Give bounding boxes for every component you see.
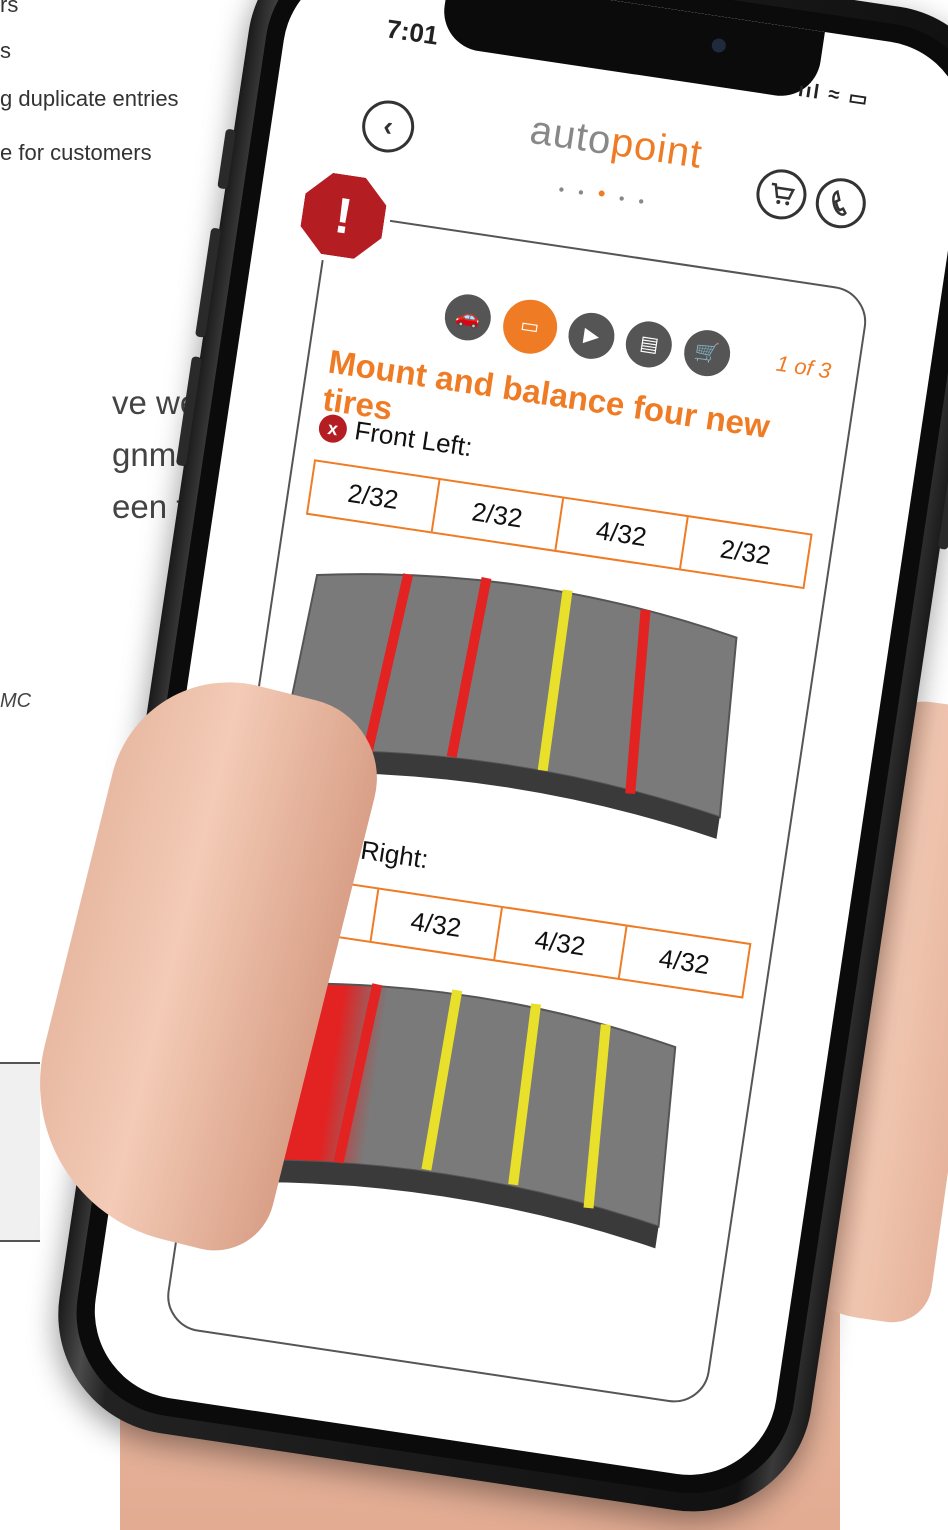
phone-icon [832,189,847,216]
page-dot: • [557,181,580,202]
article-text-line: g duplicate entries [0,86,179,111]
step-video[interactable]: ▶ [565,309,618,363]
car-icon: 🚗 [453,304,482,331]
document-icon: ▤ [638,332,661,357]
article-divider [0,1240,40,1242]
tread-reading: 4/32 [371,889,503,960]
step-car[interactable]: 🚗 [441,291,495,344]
tread-reading: 4/32 [657,942,712,981]
tread-reading: 2/32 [718,533,773,571]
tread-reading: 2/32 [432,480,565,551]
cart-icon: 🛒 [693,340,722,366]
ruler-icon: ▭ [518,314,541,339]
status-icons: ııl ≈ ▭ [796,78,871,112]
status-time: 7:01 [384,13,441,51]
article-italic-fragment: MC [0,690,32,712]
page-dot: • [636,193,659,214]
step-cart[interactable]: 🛒 [680,326,734,380]
step-document[interactable]: ▤ [623,318,676,371]
article-divider [0,1062,40,1064]
tread-reading: 4/32 [495,908,628,979]
fail-x-icon: x [316,412,349,445]
article-text-line: rs [0,0,19,17]
article-gray-box [0,1064,40,1240]
camera-icon [710,37,727,54]
logo-suffix: point [608,119,706,178]
cart-icon [771,182,796,206]
article-text-line: s [0,38,11,63]
tread-reading: 2/32 [308,461,440,532]
logo-prefix: auto [527,107,615,164]
article-text-line: e for customers [0,140,152,165]
tread-reading: 4/32 [556,498,689,569]
play-icon: ▶ [582,323,601,348]
step-measure[interactable]: ▭ [498,295,561,358]
